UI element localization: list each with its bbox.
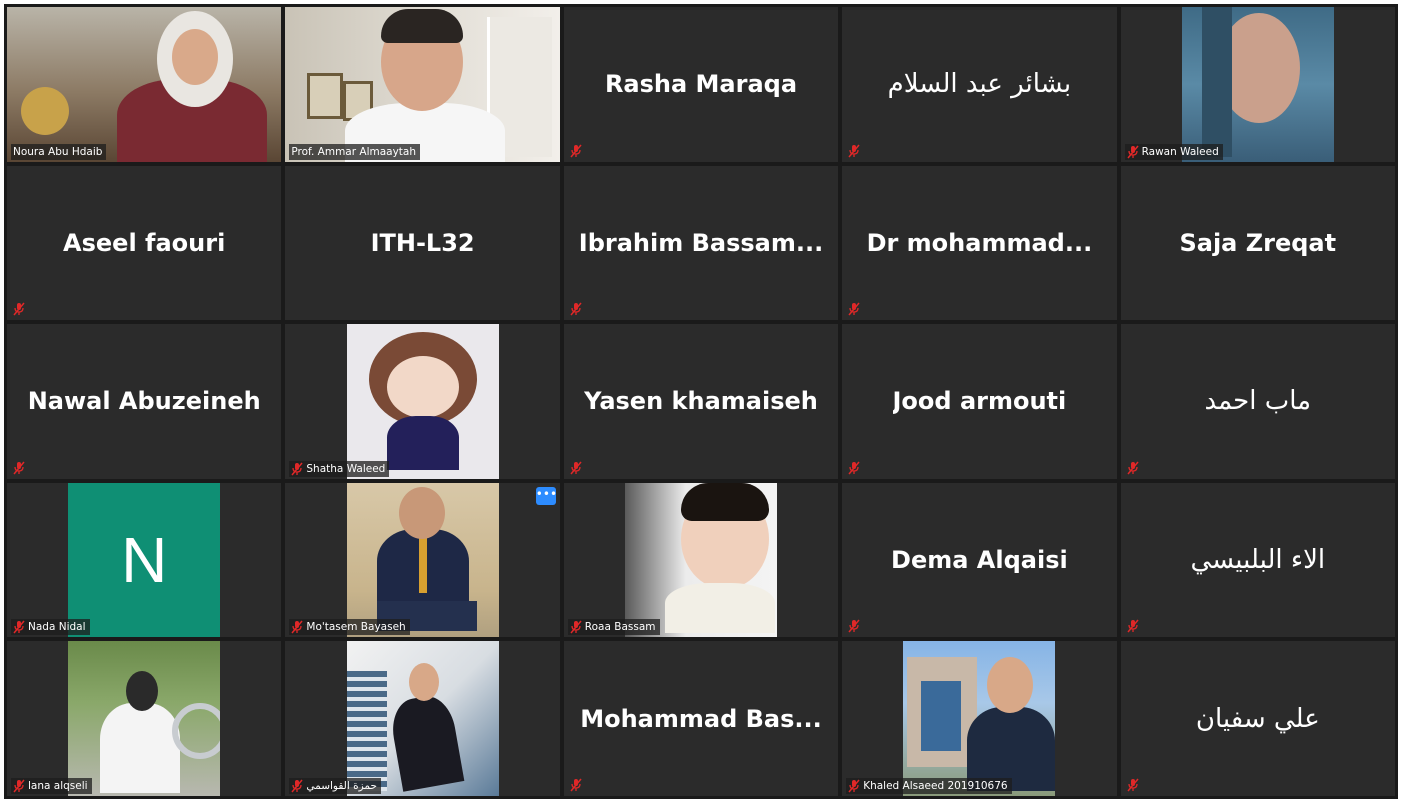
participant-name: Yasen khamaiseh: [584, 387, 818, 416]
participant-tile[interactable]: Ibrahim Bassam...: [563, 165, 839, 321]
participant-photo: [1181, 7, 1334, 162]
avatar: N: [68, 482, 221, 638]
muted-mic-icon: [1127, 461, 1139, 475]
participant-name-label: حمزة القواسمي: [289, 778, 381, 794]
participant-name: Nada Nidal: [28, 621, 86, 634]
participant-tile[interactable]: ITH-L32: [285, 165, 560, 321]
participant-tile[interactable]: Dema Alqaisi: [842, 482, 1117, 638]
participant-tile[interactable]: ••• Mo'tasem Bayaseh: [285, 482, 560, 638]
participant-name: Rasha Maraqa: [604, 70, 798, 99]
participant-name-label: Nada Nidal: [11, 619, 90, 636]
participant-name: Saja Zreqat: [1179, 228, 1337, 257]
participant-tile[interactable]: Shatha Waleed: [285, 324, 560, 479]
participant-name: Jood armouti: [892, 387, 1067, 416]
participant-photo: [346, 482, 499, 638]
participant-name-label: Shatha Waleed: [289, 460, 390, 477]
participant-tile[interactable]: Jood armouti: [842, 324, 1117, 479]
muted-mic-icon: [848, 302, 860, 316]
participant-video: [7, 7, 282, 162]
muted-mic-icon: [1127, 145, 1139, 159]
participant-name: Noura Abu Hdaib: [13, 145, 103, 158]
muted-mic-icon: [1127, 778, 1139, 792]
muted-mic-icon: [291, 779, 303, 793]
muted-mic-icon: [291, 620, 303, 634]
participant-name-label: lana alqseli: [11, 778, 92, 794]
participant-photo: [68, 641, 221, 796]
muted-mic-icon: [570, 302, 582, 316]
participant-name: Ibrahim Bassam...: [578, 228, 824, 257]
participant-name: علي سفيان: [1195, 703, 1320, 734]
participant-name: Khaled Alsaeed 201910676: [863, 780, 1008, 792]
muted-mic-icon: [848, 461, 860, 475]
participant-tile[interactable]: N Nada Nidal: [7, 482, 282, 638]
more-options-button[interactable]: •••: [535, 486, 558, 505]
participant-tile[interactable]: Prof. Ammar Almaaytah: [285, 7, 560, 162]
participant-photo: [346, 324, 499, 479]
participant-name: Mohammad Bas...: [580, 704, 822, 733]
participant-photo: [346, 641, 499, 796]
participant-tile[interactable]: Saja Zreqat: [1120, 165, 1395, 321]
participant-name: Prof. Ammar Almaaytah: [291, 145, 417, 158]
participant-tile[interactable]: Dr mohammad...: [842, 165, 1117, 321]
participant-tile[interactable]: بشائر عبد السلام: [842, 7, 1117, 162]
participant-name: ITH-L32: [370, 228, 475, 257]
muted-mic-icon: [13, 620, 25, 634]
participant-name: Dema Alqaisi: [891, 546, 1068, 575]
muted-mic-icon: [13, 779, 25, 793]
participant-tile[interactable]: Mohammad Bas...: [563, 641, 839, 796]
gallery-view-grid: Noura Abu Hdaib Prof. Ammar Almaaytah Ra…: [4, 4, 1398, 799]
participant-tile[interactable]: علي سفيان: [1120, 641, 1395, 796]
participant-name: Dr mohammad...: [866, 228, 1093, 257]
participant-tile[interactable]: الاء البلبيسي: [1120, 482, 1395, 638]
participant-name: ماب احمد: [1204, 386, 1312, 417]
muted-mic-icon: [570, 144, 582, 158]
muted-mic-icon: [291, 462, 303, 476]
muted-mic-icon: [13, 461, 25, 475]
muted-mic-icon: [848, 779, 860, 793]
participant-name: Nawal Abuzeineh: [27, 387, 261, 416]
participant-tile[interactable]: Aseel faouri: [7, 165, 282, 321]
participant-name-label: Roaa Bassam: [567, 619, 660, 636]
muted-mic-icon: [570, 620, 582, 634]
participant-tile[interactable]: Yasen khamaiseh: [563, 324, 839, 479]
muted-mic-icon: [570, 461, 582, 475]
participant-tile[interactable]: حمزة القواسمي: [285, 641, 560, 796]
participant-tile[interactable]: Noura Abu Hdaib: [7, 7, 282, 162]
participant-name-label: Khaled Alsaeed 201910676: [846, 778, 1012, 794]
participant-name: Aseel faouri: [63, 228, 226, 257]
participant-name: lana alqseli: [28, 780, 88, 792]
muted-mic-icon: [848, 144, 860, 158]
participant-name: Mo'tasem Bayaseh: [306, 621, 406, 634]
participant-name-label: Rawan Waleed: [1124, 143, 1223, 160]
participant-photo: [624, 482, 777, 638]
participant-tile[interactable]: lana alqseli: [7, 641, 282, 796]
avatar-letter: N: [121, 524, 168, 597]
participant-tile[interactable]: Khaled Alsaeed 201910676: [842, 641, 1117, 796]
participant-tile[interactable]: Rawan Waleed: [1120, 7, 1395, 162]
participant-tile[interactable]: Nawal Abuzeineh: [7, 324, 282, 479]
participant-tile[interactable]: ماب احمد: [1120, 324, 1395, 479]
participant-name: Shatha Waleed: [306, 462, 386, 475]
participant-name-label: Mo'tasem Bayaseh: [289, 619, 410, 636]
participant-tile[interactable]: Roaa Bassam: [563, 482, 839, 638]
muted-mic-icon: [570, 778, 582, 792]
participant-video: [285, 7, 560, 162]
participant-name: الاء البلبيسي: [1190, 545, 1326, 576]
participant-name: Roaa Bassam: [584, 621, 656, 634]
participant-photo: [903, 641, 1056, 796]
participant-name-label: Prof. Ammar Almaaytah: [289, 143, 421, 160]
ellipsis-icon: •••: [535, 486, 558, 501]
participant-name-label: Noura Abu Hdaib: [11, 143, 107, 160]
muted-mic-icon: [848, 619, 860, 633]
muted-mic-icon: [13, 302, 25, 316]
participant-name: Rawan Waleed: [1141, 145, 1219, 158]
participant-name: بشائر عبد السلام: [887, 69, 1072, 100]
participant-name: حمزة القواسمي: [306, 780, 377, 792]
participant-tile[interactable]: Rasha Maraqa: [563, 7, 839, 162]
muted-mic-icon: [1127, 619, 1139, 633]
